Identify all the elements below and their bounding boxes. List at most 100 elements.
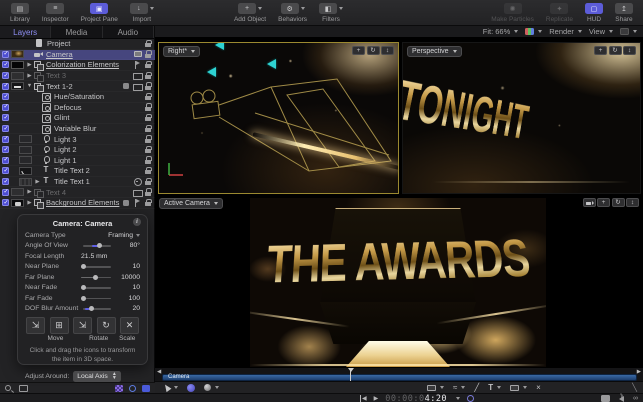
orbit-tool-icon[interactable]: ↻ xyxy=(367,46,380,55)
audio-mute-icon[interactable] xyxy=(619,396,624,402)
pan-tool-icon[interactable]: + xyxy=(597,198,610,207)
filters-button[interactable]: ◧Filters xyxy=(313,0,349,25)
add-object-button[interactable]: +Add Object xyxy=(228,0,272,25)
layer-row-title-text-1[interactable]: ▶Title Text 1 xyxy=(0,177,155,188)
layer-row-project[interactable]: Project xyxy=(0,39,155,50)
adjust-around-dropdown[interactable]: Local Axis ▲▼ xyxy=(73,371,121,382)
camera-track-bar[interactable]: Camera xyxy=(162,374,637,381)
hud-slider-angle-of-view[interactable] xyxy=(81,241,113,251)
hud-param-value[interactable]: 10 xyxy=(113,284,140,291)
disclosure-icon[interactable]: ▶ xyxy=(26,62,33,68)
tab-media[interactable]: Media xyxy=(51,26,102,38)
layer-row-light-1[interactable]: Light 1 xyxy=(0,156,155,167)
layer-checkbox[interactable] xyxy=(2,146,9,153)
slider-handle[interactable] xyxy=(97,243,102,248)
hud-param-value[interactable]: 100 xyxy=(113,295,140,302)
hud-slider-far-plane[interactable] xyxy=(81,272,113,282)
timecode-dropdown-icon[interactable] xyxy=(456,397,460,400)
tab-layers[interactable]: Layers xyxy=(0,26,51,38)
layer-row-defocus[interactable]: Defocus xyxy=(0,103,155,114)
hud-param-value[interactable]: 10 xyxy=(113,263,140,270)
mini-timeline[interactable]: ◀ ▶ Camera xyxy=(155,368,643,381)
loop-icon[interactable] xyxy=(467,395,474,402)
lock-icon[interactable] xyxy=(144,125,152,133)
disclosure-icon[interactable]: ▶ xyxy=(34,179,41,185)
mask-tool-dropdown[interactable] xyxy=(510,385,527,391)
tab-audio[interactable]: Audio xyxy=(103,26,154,38)
slider-handle[interactable] xyxy=(93,275,98,280)
right-view-dropdown[interactable]: Right* xyxy=(163,46,200,57)
camera-menu-icon[interactable] xyxy=(583,198,596,207)
layer-row-light-2[interactable]: Light 2 xyxy=(0,145,155,156)
loop-playback-icon[interactable]: ∞ xyxy=(633,395,638,402)
layout-dropdown[interactable] xyxy=(620,28,637,35)
library-button[interactable]: ▤Library xyxy=(4,0,36,25)
hud-param-value[interactable]: 10000 xyxy=(113,274,140,281)
hud-param-value[interactable]: 20 xyxy=(113,305,140,312)
timeline-out-marker[interactable]: ▶ xyxy=(637,369,641,375)
layer-row-glint[interactable]: Glint xyxy=(0,113,155,124)
lock-icon[interactable] xyxy=(144,188,152,196)
hud-panel[interactable]: Camera: Camera i Camera TypeFramingAngle… xyxy=(17,214,148,365)
playhead[interactable] xyxy=(350,368,351,381)
move-xy-icon[interactable]: ⇲ xyxy=(26,317,45,334)
disclosure-icon[interactable]: ▶ xyxy=(26,189,33,195)
show-mattes-icon[interactable] xyxy=(115,385,123,392)
project-pane-button[interactable]: ▣Project Pane xyxy=(75,0,124,25)
timecode-display[interactable]: 00:00:04:20 xyxy=(385,394,447,402)
show-behaviors-icon[interactable] xyxy=(129,385,136,392)
dolly-tool-icon[interactable]: ↕ xyxy=(381,46,394,55)
view-dropdown[interactable]: View xyxy=(589,27,613,36)
behaviors-button[interactable]: ⚙Behaviors xyxy=(272,0,313,25)
search-icon[interactable] xyxy=(5,385,11,391)
layer-row-text-3[interactable]: ▶Text 3 xyxy=(0,71,155,82)
text-tool-dropdown[interactable]: T xyxy=(488,383,501,392)
ram-preview-icon[interactable] xyxy=(601,395,610,402)
make-particles-button[interactable]: ✺Make Particles xyxy=(485,0,540,25)
flag-icon[interactable] xyxy=(133,199,141,207)
camera-type-dropdown[interactable]: Framing xyxy=(100,232,140,239)
hud-slider-near-plane[interactable] xyxy=(81,262,113,272)
share-button[interactable]: ↥Share xyxy=(609,0,639,25)
slider-handle[interactable] xyxy=(81,296,86,301)
layer-row-text-1-2[interactable]: ▼Text 1-2 xyxy=(0,81,155,92)
layer-checkbox[interactable] xyxy=(2,51,9,58)
hud-slider-near-fade[interactable] xyxy=(81,283,113,293)
active-camera-dropdown[interactable]: Active Camera xyxy=(159,198,223,209)
isolate-icon[interactable] xyxy=(134,51,142,57)
lock-icon[interactable] xyxy=(144,135,152,143)
lock-icon[interactable] xyxy=(144,40,152,48)
rotate-icon[interactable]: ↻ xyxy=(97,317,116,334)
layer-row-camera[interactable]: Camera xyxy=(0,50,155,61)
lock-icon[interactable] xyxy=(144,61,152,69)
selection-handle-icon[interactable] xyxy=(207,67,216,77)
info-icon[interactable]: i xyxy=(133,218,141,226)
viewport-perspective[interactable]: TONIGHT Perspective + ↻ ↕ xyxy=(402,42,641,194)
badge-icon[interactable] xyxy=(122,199,130,207)
layer-row-hue-saturation[interactable]: Hue/Saturation xyxy=(0,92,155,103)
behaviors-tool[interactable] xyxy=(187,384,195,392)
move-yz-icon[interactable]: ⇲ xyxy=(73,317,92,334)
layer-row-light-3[interactable]: Light 3 xyxy=(0,134,155,145)
gear-icon[interactable] xyxy=(133,178,141,186)
slider-handle[interactable] xyxy=(81,264,86,269)
lock-icon[interactable] xyxy=(144,103,152,111)
media-icon[interactable] xyxy=(133,188,141,196)
lock-icon[interactable] xyxy=(144,50,152,58)
layer-checkbox[interactable] xyxy=(2,104,9,111)
lock-icon[interactable] xyxy=(144,146,152,154)
hud-button[interactable]: ▢HUD xyxy=(579,0,609,25)
select-tool-dropdown[interactable] xyxy=(164,384,178,391)
inspector-button[interactable]: ≡Inspector xyxy=(36,0,75,25)
layer-row-variable-blur[interactable]: Variable Blur xyxy=(0,124,155,135)
layer-checkbox[interactable] xyxy=(2,199,9,206)
replicate-button[interactable]: ✦Replicate xyxy=(540,0,579,25)
pan-tool-icon[interactable]: + xyxy=(594,46,607,55)
hud-slider-far-fade[interactable] xyxy=(81,293,113,303)
slider-handle[interactable] xyxy=(81,285,86,290)
shape-tool-dropdown[interactable] xyxy=(427,385,444,391)
hud-param-value[interactable]: 80° xyxy=(113,242,140,249)
layer-row-title-text-2[interactable]: Title Text 2 xyxy=(0,166,155,177)
layer-checkbox[interactable] xyxy=(2,167,9,174)
layer-checkbox[interactable] xyxy=(2,157,9,164)
